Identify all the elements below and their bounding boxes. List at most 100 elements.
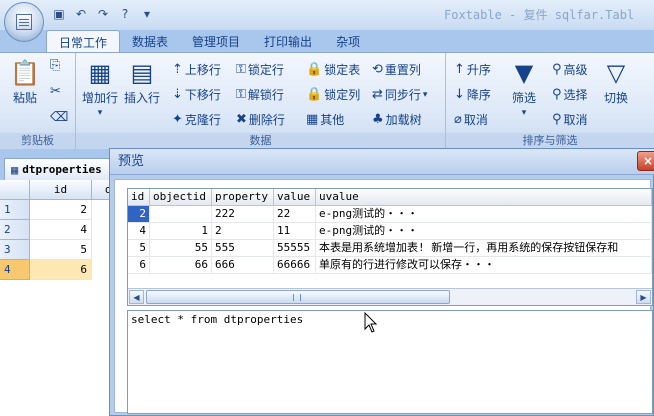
other-button[interactable]: ▦ 其他 xyxy=(306,111,344,128)
filter-button[interactable]: ▼ 筛选 ▾ xyxy=(512,59,536,118)
format-painter-button[interactable]: ⌫ xyxy=(50,111,68,125)
sort-descending-button[interactable]: ↓ 降序 xyxy=(454,86,491,103)
title-bar: ▣ ↶ ↷ ? ▾ Foxtable - 复件 sqlfar.Tabl xyxy=(0,0,654,30)
grid-corner[interactable] xyxy=(0,180,30,200)
scrollbar-thumb[interactable] xyxy=(146,290,450,304)
preview-header-value[interactable]: value xyxy=(274,189,316,206)
document-tab[interactable]: ▦ dtproperties xyxy=(4,158,112,180)
preview-cell-id[interactable]: 5 xyxy=(128,240,150,257)
customize-qat-icon[interactable]: ▾ xyxy=(138,5,156,23)
row-header[interactable]: 2 xyxy=(0,220,30,240)
grid-cell-id-selected[interactable]: 6 xyxy=(30,260,92,280)
preview-header-objectid[interactable]: objectid xyxy=(150,189,212,206)
preview-cell-id[interactable]: 6 xyxy=(128,257,150,274)
quick-access-toolbar: ▣ ↶ ↷ ? ▾ xyxy=(50,5,156,23)
app-window: ▣ ↶ ↷ ? ▾ Foxtable - 复件 sqlfar.Tabl 日常工作… xyxy=(0,0,654,416)
preview-cell-id[interactable]: 4 xyxy=(128,223,150,240)
grid-cell-id[interactable]: 2 xyxy=(30,200,92,220)
insert-row-button[interactable]: ▤ 插入行 xyxy=(124,59,160,106)
eraser-icon: ⌫ xyxy=(50,110,69,125)
preview-cell-property[interactable]: 666 xyxy=(212,257,274,274)
preview-cell-objectid[interactable] xyxy=(150,206,212,223)
redo-icon[interactable]: ↷ xyxy=(94,5,112,23)
preview-dialog-body: id objectid property value uvalue 2 222 … xyxy=(114,179,653,414)
switch-button[interactable]: ▽ 切换 xyxy=(604,59,628,106)
cut-button[interactable]: ✂ xyxy=(50,85,61,99)
tab-daily-work[interactable]: 日常工作 xyxy=(46,30,121,52)
clone-row-button[interactable]: ✦ 克隆行 xyxy=(172,111,221,128)
preview-cell-id-selected[interactable]: 2 xyxy=(128,206,150,223)
copy-button[interactable]: ⎘ xyxy=(50,59,60,73)
add-row-button[interactable]: ▦ 增加行 ▾ xyxy=(82,59,118,118)
move-down-icon: ⇣ xyxy=(172,86,183,102)
preview-cell-property[interactable]: 2 xyxy=(212,223,274,240)
move-down-button[interactable]: ⇣ 下移行 xyxy=(172,86,221,103)
preview-cell-value[interactable]: 11 xyxy=(274,223,316,240)
tab-misc[interactable]: 杂项 xyxy=(324,30,372,52)
scroll-left-icon[interactable]: ◀ xyxy=(129,290,144,304)
menu-icon xyxy=(16,14,32,30)
column-header-id[interactable]: id xyxy=(30,180,92,200)
reset-column-button[interactable]: ⟲ 重置列 xyxy=(372,61,421,78)
application-menu-button[interactable] xyxy=(4,2,44,42)
delete-row-button[interactable]: ✖ 删除行 xyxy=(236,111,285,128)
ribbon: 📋 粘贴 ⎘ ✂ ⌫ 剪贴板 ▦ 增加行 ▾ ▤ 插入行 ⇡ 上移行 ⇣ 下移行 ✦… xyxy=(0,52,654,149)
tab-print-output[interactable]: 打印输出 xyxy=(252,30,324,52)
grid-cell-id[interactable]: 5 xyxy=(30,240,92,260)
tab-data-table[interactable]: 数据表 xyxy=(120,30,180,52)
lock-table-icon: 🔒 xyxy=(306,61,323,77)
preview-cell-property[interactable]: 555 xyxy=(212,240,274,257)
filter-funnel-icon: ▼ xyxy=(514,59,534,87)
preview-header-property[interactable]: property xyxy=(212,189,274,206)
preview-cell-value[interactable]: 55555 xyxy=(274,240,316,257)
row-header-selected[interactable]: 4 xyxy=(0,260,30,280)
lock-column-button[interactable]: 🔒 锁定列 xyxy=(306,86,360,103)
window-title: Foxtable - 复件 sqlfar.Tabl xyxy=(444,8,635,22)
data-group-label: 数据 xyxy=(76,133,445,149)
grid-cell-id[interactable]: 4 xyxy=(30,220,92,240)
lock-row-button[interactable]: ⚿ 锁定行 xyxy=(236,61,284,78)
advanced-filter-button[interactable]: ⚲ 高级 xyxy=(552,61,588,78)
delete-row-icon: ✖ xyxy=(236,111,247,127)
cancel-sort-icon: ⌀ xyxy=(454,111,462,127)
help-icon[interactable]: ? xyxy=(116,5,134,23)
move-up-button[interactable]: ⇡ 上移行 xyxy=(172,61,221,78)
preview-cell-uvalue[interactable]: 单原有的行进行修改可以保存・・・ xyxy=(316,257,652,274)
preview-dialog-title[interactable]: 预览 xyxy=(110,149,654,175)
horizontal-scrollbar[interactable]: ◀ ▶ xyxy=(128,288,652,305)
undo-icon[interactable]: ↶ xyxy=(72,5,90,23)
preview-header-id[interactable]: id xyxy=(128,189,150,206)
row-header[interactable]: 3 xyxy=(0,240,30,260)
tab-manage-project[interactable]: 管理项目 xyxy=(180,30,252,52)
sort-ascending-button[interactable]: ↑ 升序 xyxy=(454,61,491,78)
preview-cell-property[interactable]: 222 xyxy=(212,206,274,223)
preview-cell-objectid[interactable]: 1 xyxy=(150,223,212,240)
load-tree-button[interactable]: ♣ 加载树 xyxy=(372,111,422,128)
sql-query-editor[interactable]: select * from dtproperties xyxy=(127,310,653,414)
preview-header-uvalue[interactable]: uvalue xyxy=(316,189,652,206)
preview-cell-objectid[interactable]: 66 xyxy=(150,257,212,274)
preview-cell-objectid[interactable]: 55 xyxy=(150,240,212,257)
paste-button[interactable]: 📋 粘贴 xyxy=(10,59,40,106)
close-icon: × xyxy=(642,154,654,168)
sync-row-button[interactable]: ⇄ 同步行 ▾ xyxy=(372,86,427,103)
preview-cell-uvalue[interactable]: 本表是用系统增加表! 新增一行，再用系统的保存按钮保存和 xyxy=(316,240,652,257)
preview-cell-uvalue[interactable]: e-png测试的・・・ xyxy=(316,223,652,240)
lock-table-button[interactable]: 🔒 锁定表 xyxy=(306,61,360,78)
preview-cell-value[interactable]: 22 xyxy=(274,206,316,223)
cancel-sort-button[interactable]: ⌀ 取消 xyxy=(454,111,488,128)
row-header[interactable]: 1 xyxy=(0,200,30,220)
clone-icon: ✦ xyxy=(172,111,183,127)
sort-filter-group-label: 排序与筛选 xyxy=(446,133,654,149)
sort-descending-icon: ↓ xyxy=(454,86,465,102)
preview-cell-uvalue[interactable]: e-png测试的・・・ xyxy=(316,206,652,223)
cancel-filter-button[interactable]: ⚲ 取消 xyxy=(552,111,588,128)
scissors-icon: ✂ xyxy=(50,84,61,99)
preview-cell-value[interactable]: 66666 xyxy=(274,257,316,274)
unlock-row-button[interactable]: ⚿ 解锁行 xyxy=(236,86,284,103)
data-group: ▦ 增加行 ▾ ▤ 插入行 ⇡ 上移行 ⇣ 下移行 ✦ 克隆行 ⚿ 锁定行 ⚿ 解锁行 ✖… xyxy=(76,53,446,149)
scroll-right-icon[interactable]: ▶ xyxy=(636,290,651,304)
close-button[interactable]: × xyxy=(637,151,654,171)
select-filter-button[interactable]: ⚲ 选择 xyxy=(552,86,588,103)
save-icon[interactable]: ▣ xyxy=(50,5,68,23)
